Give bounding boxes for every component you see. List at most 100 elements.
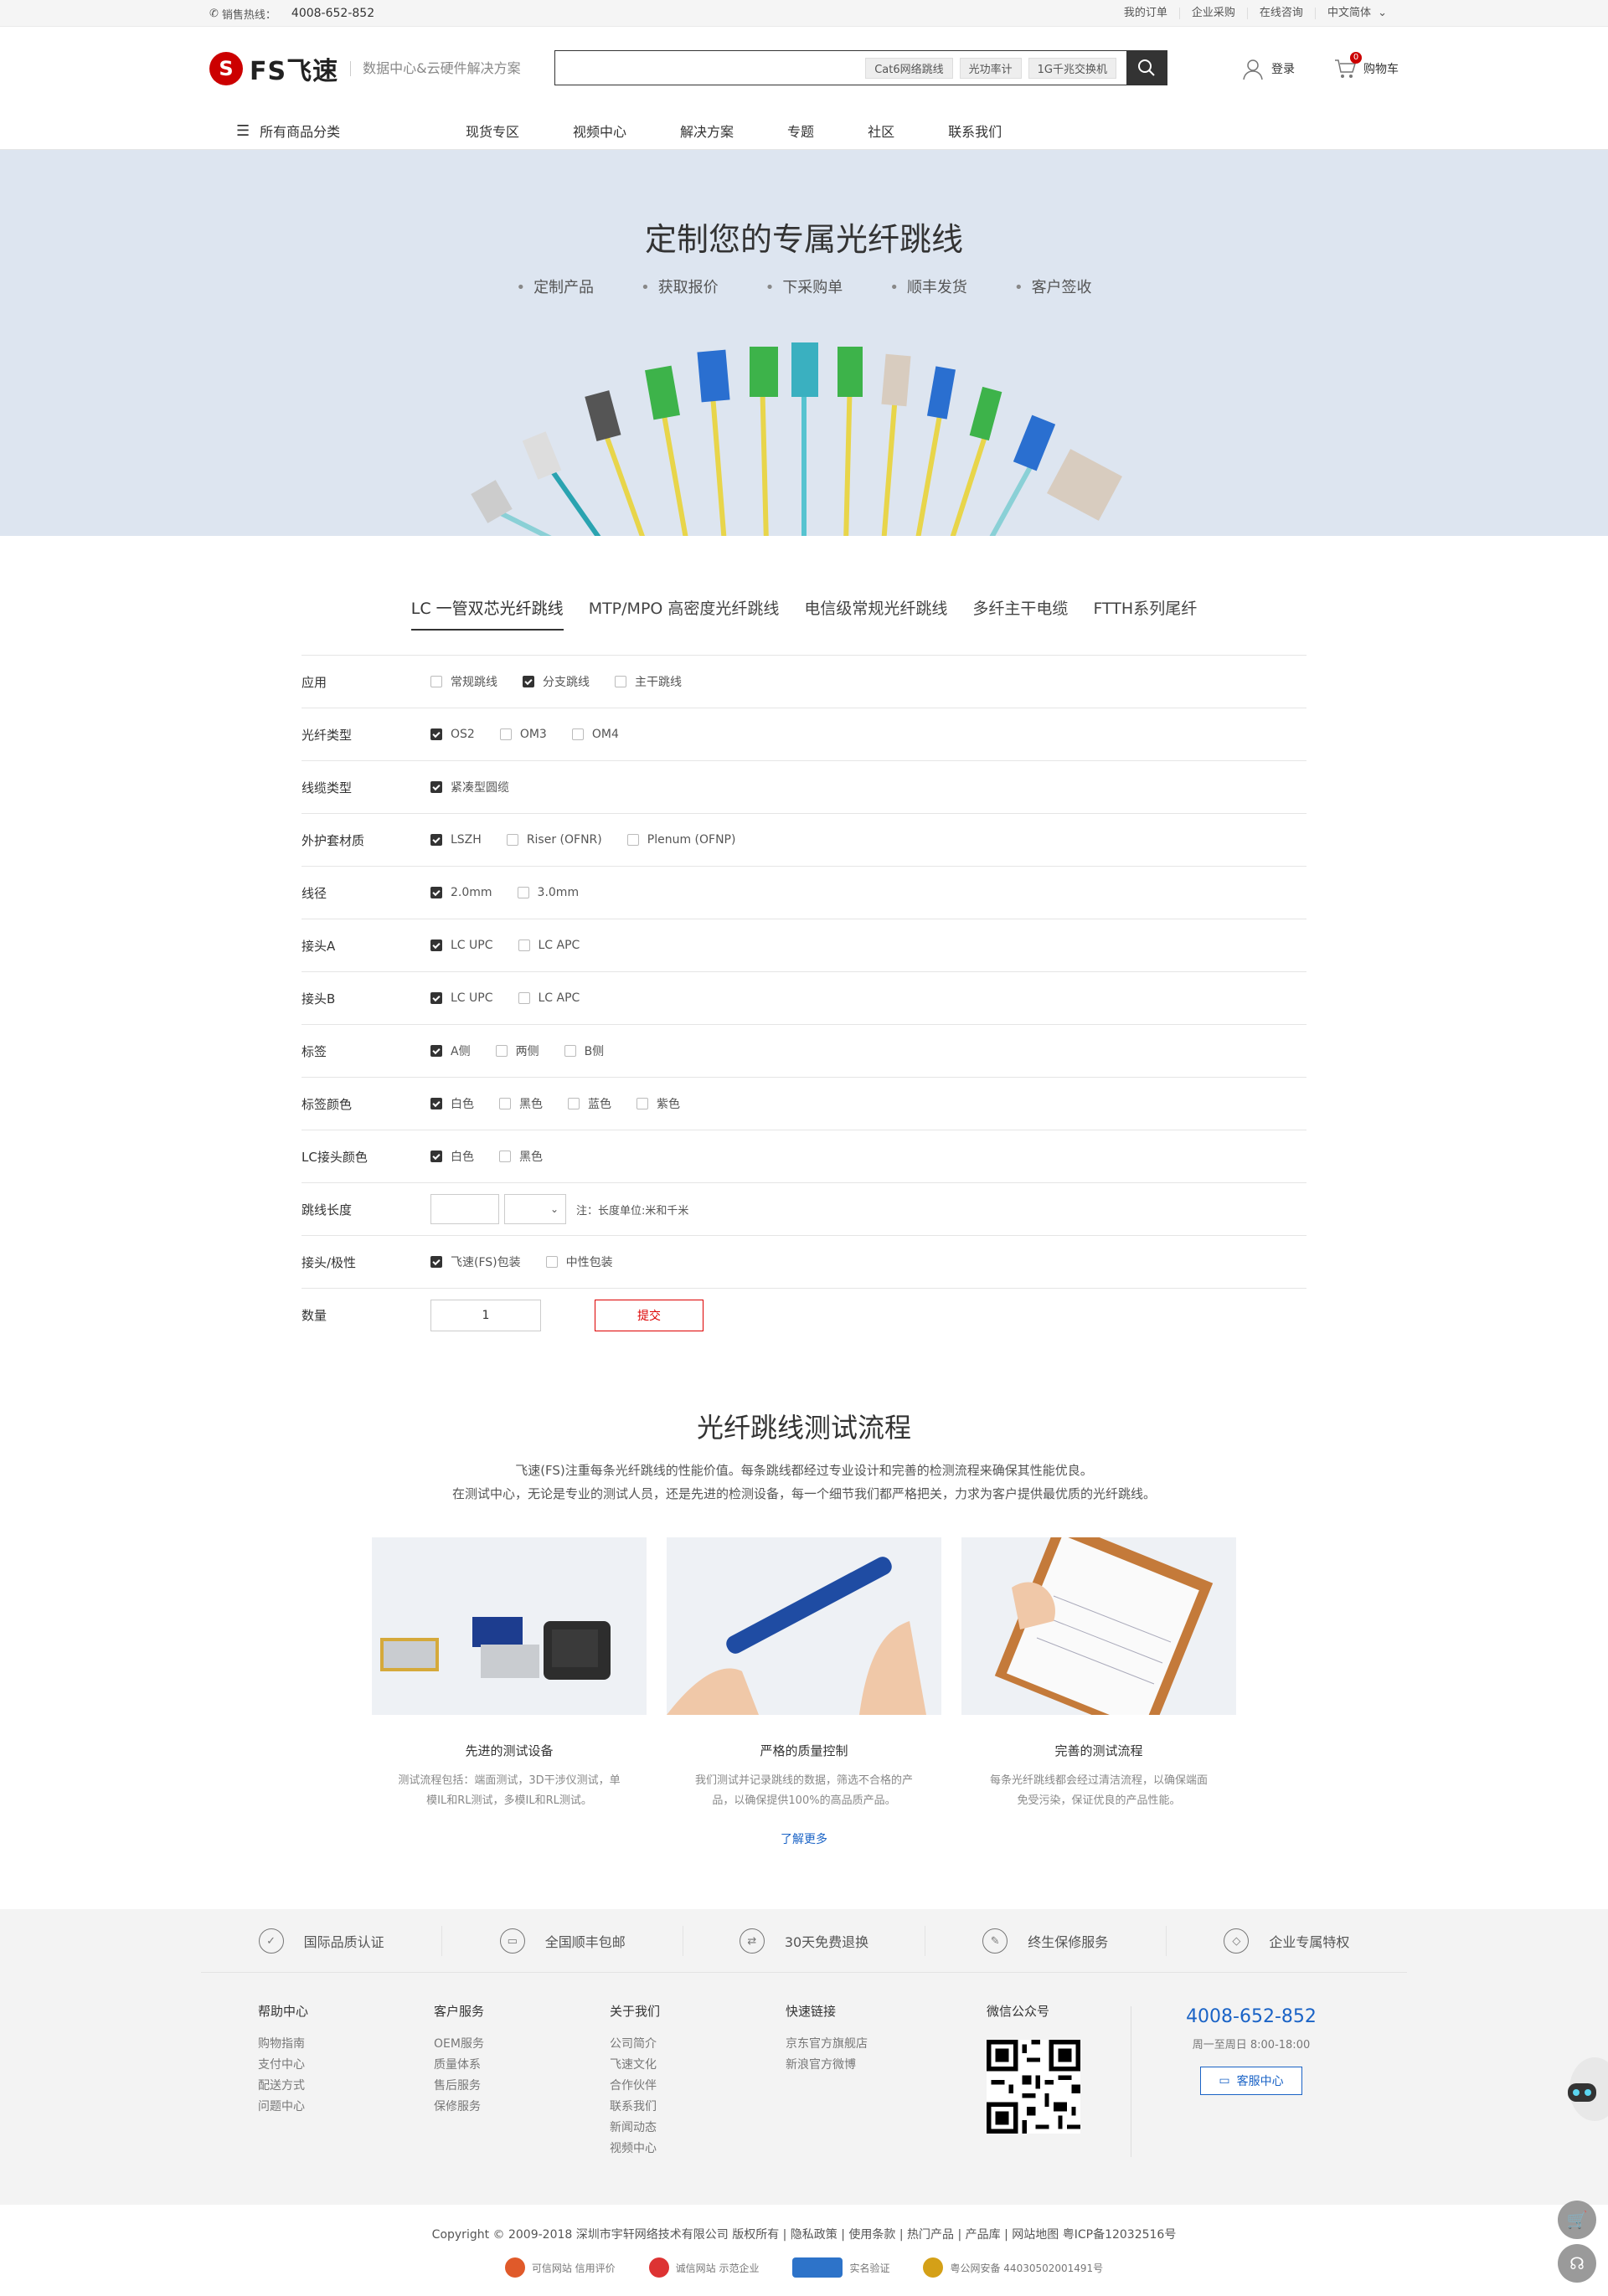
option-checkbox[interactable]: 3.0mm (517, 886, 579, 899)
login-link[interactable]: 登录 (1241, 57, 1295, 80)
checkbox[interactable] (430, 781, 442, 793)
option-checkbox[interactable]: 两侧 (495, 1042, 539, 1059)
footer-link[interactable]: 支付中心 (258, 2055, 308, 2076)
footer-link[interactable]: 联系我们 (610, 2097, 660, 2118)
quantity-input[interactable]: 1 (430, 1299, 541, 1331)
option-checkbox[interactable]: 白色 (430, 1148, 474, 1165)
search-tag[interactable]: 1G千兆交换机 (1028, 57, 1116, 79)
tab-trunk[interactable]: 多纤主干电缆 (972, 596, 1068, 631)
trust-badge[interactable]: 粤公网安备 44030502001491号 (923, 2257, 1103, 2278)
length-unit-select[interactable]: ⌄ (504, 1194, 566, 1224)
logo[interactable]: S FS飞速 数据中心&云硬件解决方案 (209, 50, 521, 87)
footer-link[interactable]: 京东官方旗舰店 (786, 2034, 868, 2055)
checkbox[interactable] (568, 1098, 580, 1109)
checkbox[interactable] (518, 992, 530, 1004)
chat-robot-icon[interactable] (1556, 2051, 1608, 2127)
checkbox[interactable] (615, 676, 626, 687)
enterprise-link[interactable]: 企业采购 (1178, 8, 1247, 19)
nav-item-solutions[interactable]: 解决方案 (680, 121, 734, 141)
tab-mtp-mpo[interactable]: MTP/MPO 高密度光纤跳线 (589, 596, 780, 631)
checkbox[interactable] (430, 834, 442, 846)
option-checkbox[interactable]: 黑色 (499, 1095, 543, 1112)
footer-link[interactable]: 新闻动态 (610, 2118, 660, 2139)
option-checkbox[interactable]: 常规跳线 (430, 673, 497, 690)
option-checkbox[interactable]: A侧 (430, 1042, 471, 1059)
float-support-button[interactable]: ☊ (1558, 2244, 1596, 2283)
checkbox[interactable] (626, 834, 639, 846)
search-button[interactable] (1126, 51, 1167, 85)
trust-badge[interactable]: 诚信网站 示范企业 (648, 2257, 759, 2278)
checkbox[interactable] (499, 1151, 511, 1162)
option-checkbox[interactable]: 黑色 (499, 1148, 543, 1165)
nav-item-community[interactable]: 社区 (868, 121, 894, 141)
trust-badge[interactable]: 可信网站 信用评价 (504, 2257, 616, 2278)
checkbox[interactable] (430, 1151, 442, 1162)
checkbox[interactable] (430, 992, 442, 1004)
option-checkbox[interactable]: Plenum (OFNP) (626, 833, 735, 847)
footer-link[interactable]: 飞速文化 (610, 2055, 660, 2076)
checkbox[interactable] (564, 1045, 576, 1057)
trust-badge[interactable]: 实名验证 (792, 2257, 889, 2278)
checkbox[interactable] (545, 1256, 558, 1268)
nav-item-contact[interactable]: 联系我们 (948, 121, 1002, 141)
checkbox[interactable] (499, 1098, 511, 1109)
customer-service-button[interactable]: ▭ 客服中心 (1200, 2067, 1302, 2095)
checkbox[interactable] (430, 1256, 442, 1268)
service-item[interactable]: ✓ 国际品质认证 (201, 1926, 443, 1956)
checkbox[interactable] (636, 1098, 648, 1109)
checkbox[interactable] (571, 728, 584, 740)
checkbox[interactable] (517, 887, 529, 898)
service-item[interactable]: ✎ 终生保修服务 (925, 1926, 1167, 1956)
search-tag[interactable]: Cat6网络跳线 (865, 57, 953, 79)
checkbox[interactable] (506, 834, 518, 846)
option-checkbox[interactable]: 中性包装 (545, 1254, 613, 1270)
all-categories-menu[interactable]: ☰ 所有商品分类 (236, 121, 340, 141)
option-checkbox[interactable]: 飞速(FS)包装 (430, 1254, 521, 1270)
checkbox[interactable] (518, 940, 530, 951)
tab-telecom[interactable]: 电信级常规光纤跳线 (804, 596, 947, 631)
float-cart-button[interactable]: 🛒 (1558, 2201, 1596, 2239)
checkbox[interactable] (430, 728, 442, 740)
option-checkbox[interactable]: 分支跳线 (523, 673, 590, 690)
option-checkbox[interactable]: B侧 (564, 1042, 604, 1059)
learn-more-link[interactable]: 了解更多 (0, 1830, 1608, 1847)
online-chat-link[interactable]: 在线咨询 (1246, 8, 1315, 19)
checkbox[interactable] (430, 887, 442, 898)
footer-link[interactable]: 公司简介 (610, 2034, 660, 2055)
footer-link[interactable]: 配送方式 (258, 2076, 308, 2097)
service-item[interactable]: ▭ 全国顺丰包邮 (442, 1926, 684, 1956)
search-input[interactable] (555, 51, 866, 85)
checkbox[interactable] (430, 676, 442, 687)
my-orders-link[interactable]: 我的订单 (1112, 8, 1179, 19)
footer-link[interactable]: 合作伙伴 (610, 2076, 660, 2097)
checkbox[interactable] (499, 728, 512, 740)
footer-link[interactable]: 视频中心 (610, 2139, 660, 2160)
tab-ftth[interactable]: FTTH系列尾纤 (1093, 596, 1197, 631)
option-checkbox[interactable]: LC APC (518, 939, 580, 952)
footer-link[interactable]: 保修服务 (434, 2097, 484, 2118)
length-input[interactable] (430, 1194, 499, 1224)
footer-link[interactable]: 购物指南 (258, 2034, 308, 2055)
checkbox[interactable] (523, 676, 534, 687)
submit-button[interactable]: 提交 (595, 1299, 704, 1331)
option-checkbox[interactable]: OM3 (499, 728, 547, 741)
option-checkbox[interactable]: LC UPC (430, 939, 493, 952)
language-select[interactable]: 中文简体 ⌄ (1314, 8, 1399, 19)
nav-item-stock[interactable]: 现货专区 (466, 121, 519, 141)
footer-link[interactable]: 质量体系 (434, 2055, 484, 2076)
footer-link[interactable]: 问题中心 (258, 2097, 308, 2118)
nav-item-topics[interactable]: 专题 (787, 121, 814, 141)
checkbox[interactable] (430, 1098, 442, 1109)
footer-link[interactable]: 新浪官方微博 (786, 2055, 868, 2076)
option-checkbox[interactable]: OM4 (571, 728, 619, 741)
option-checkbox[interactable]: 蓝色 (568, 1095, 611, 1112)
option-checkbox[interactable]: 紧凑型圆缆 (430, 779, 509, 795)
checkbox[interactable] (495, 1045, 508, 1057)
checkbox[interactable] (430, 940, 442, 951)
option-checkbox[interactable]: LC APC (518, 991, 580, 1005)
option-checkbox[interactable]: Riser (OFNR) (506, 833, 602, 847)
option-checkbox[interactable]: 紫色 (636, 1095, 680, 1112)
option-checkbox[interactable]: LSZH (430, 833, 482, 847)
option-checkbox[interactable]: 2.0mm (430, 886, 492, 899)
footer-link[interactable]: OEM服务 (434, 2034, 484, 2055)
